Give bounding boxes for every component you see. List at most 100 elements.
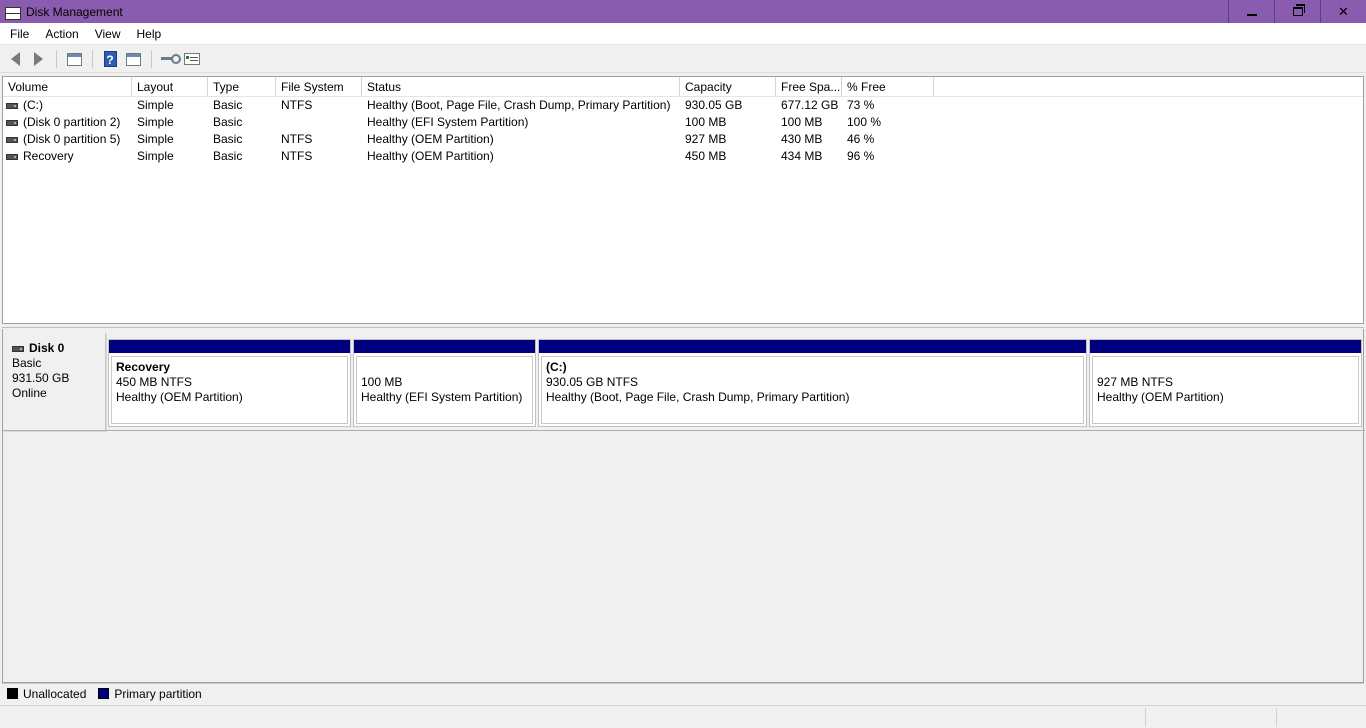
primary-partition-swatch xyxy=(98,688,110,699)
title-bar: Disk Management ✕ xyxy=(0,0,1366,23)
disk-management-app-icon xyxy=(4,5,21,20)
free-space-cell: 677.12 GB xyxy=(781,98,839,112)
primary-partition-bar xyxy=(539,340,1086,353)
partition-name xyxy=(361,360,532,375)
partition-size: 450 MB NTFS xyxy=(116,375,193,389)
back-arrow-icon xyxy=(10,52,20,66)
table-row[interactable]: (Disk 0 partition 5) Simple Basic NTFS H… xyxy=(3,131,1363,148)
free-space-cell: 430 MB xyxy=(781,132,823,146)
partition-status: Healthy (OEM Partition) xyxy=(1097,390,1224,404)
partition-size: 927 MB NTFS xyxy=(1097,375,1174,389)
type-cell: Basic xyxy=(213,98,243,112)
unallocated-swatch xyxy=(7,688,18,699)
properties-icon xyxy=(125,52,141,66)
minimize-button[interactable] xyxy=(1228,0,1274,23)
disk-type: Basic xyxy=(12,356,42,370)
column-header-type[interactable]: Type xyxy=(208,77,276,96)
status-cell: Healthy (OEM Partition) xyxy=(367,149,494,163)
window-controls: ✕ xyxy=(1228,0,1366,23)
disk-graphical-view[interactable]: Disk 0 Basic 931.50 GB Online Recovery 4… xyxy=(2,329,1365,683)
status-pane xyxy=(1276,708,1277,727)
partition-size: 100 MB xyxy=(361,375,403,389)
volume-list[interactable]: Volume Layout Type File System Status Ca… xyxy=(2,76,1364,324)
percent-free-cell: 100 % xyxy=(847,115,882,129)
partition-details: Recovery 450 MB NTFS Healthy (OEM Partit… xyxy=(111,356,348,424)
forward-button[interactable] xyxy=(27,49,49,69)
partition-details: 100 MB Healthy (EFI System Partition) xyxy=(356,356,533,424)
partition-status: Healthy (OEM Partition) xyxy=(116,390,243,404)
volume-name: (Disk 0 partition 2) xyxy=(23,115,121,129)
free-space-cell: 434 MB xyxy=(781,149,823,163)
partition-details: 927 MB NTFS Healthy (OEM Partition) xyxy=(1092,356,1359,424)
layout-cell: Simple xyxy=(137,132,174,146)
column-header-layout[interactable]: Layout xyxy=(132,77,208,96)
layout-cell: Simple xyxy=(137,115,174,129)
list-view-button[interactable] xyxy=(181,49,203,69)
capacity-cell: 930.05 GB xyxy=(685,98,743,112)
disk-icon xyxy=(12,345,24,352)
table-row[interactable]: (C:) Simple Basic NTFS Healthy (Boot, Pa… xyxy=(3,97,1363,114)
menu-file[interactable]: File xyxy=(0,23,37,45)
properties-button[interactable] xyxy=(122,49,144,69)
table-row[interactable]: (Disk 0 partition 2) Simple Basic Health… xyxy=(3,114,1363,131)
table-row[interactable]: Recovery Simple Basic NTFS Healthy (OEM … xyxy=(3,148,1363,165)
capacity-cell: 927 MB xyxy=(685,132,727,146)
menu-action[interactable]: Action xyxy=(37,23,86,45)
volume-name: (C:) xyxy=(23,98,43,112)
volume-cell: (Disk 0 partition 2) xyxy=(3,114,132,131)
legend-unallocated: Unallocated xyxy=(23,686,87,701)
column-header-status[interactable]: Status xyxy=(362,77,680,96)
legend-primary-partition: Primary partition xyxy=(114,686,202,701)
show-hide-console-tree-button[interactable] xyxy=(63,49,85,69)
partition-name: Recovery xyxy=(116,360,171,374)
partition-c-drive[interactable]: (C:) 930.05 GB NTFS Healthy (Boot, Page … xyxy=(538,339,1087,427)
drive-icon xyxy=(6,102,18,109)
list-view-icon xyxy=(184,53,200,65)
disk-row: Disk 0 Basic 931.50 GB Online Recovery 4… xyxy=(3,333,1365,431)
column-header-capacity[interactable]: Capacity xyxy=(680,77,776,96)
status-bar xyxy=(0,705,1366,728)
window-title: Disk Management xyxy=(26,4,123,19)
connect-button[interactable] xyxy=(158,49,181,69)
connect-icon xyxy=(161,54,181,64)
status-cell: Healthy (Boot, Page File, Crash Dump, Pr… xyxy=(367,98,671,112)
volume-cell: (C:) xyxy=(3,97,132,114)
column-header-free-space[interactable]: Free Spa... xyxy=(776,77,842,96)
file-system-cell: NTFS xyxy=(281,98,313,112)
close-icon: ✕ xyxy=(1338,3,1349,19)
percent-free-cell: 73 % xyxy=(847,98,875,112)
drive-icon xyxy=(6,119,18,126)
volume-name: (Disk 0 partition 5) xyxy=(23,132,121,146)
partition-recovery[interactable]: Recovery 450 MB NTFS Healthy (OEM Partit… xyxy=(108,339,351,427)
drive-icon xyxy=(6,153,18,160)
forward-arrow-icon xyxy=(33,52,43,66)
disk-name: Disk 0 xyxy=(29,341,65,355)
console-tree-icon xyxy=(66,52,82,66)
disk-label[interactable]: Disk 0 Basic 931.50 GB Online xyxy=(3,333,106,431)
status-cell: Healthy (OEM Partition) xyxy=(367,132,494,146)
type-cell: Basic xyxy=(213,132,243,146)
column-header-file-system[interactable]: File System xyxy=(276,77,362,96)
column-header-volume[interactable]: Volume xyxy=(3,77,132,96)
partition-name xyxy=(1097,360,1358,375)
volume-cell: Recovery xyxy=(3,148,132,165)
toolbar: ? xyxy=(0,46,1366,73)
drive-icon xyxy=(6,136,18,143)
pane-splitter[interactable] xyxy=(2,324,1364,328)
column-header-percent-free[interactable]: % Free xyxy=(842,77,934,96)
file-system-cell xyxy=(276,114,362,131)
minimize-icon xyxy=(1246,13,1257,16)
back-button[interactable] xyxy=(4,49,26,69)
layout-cell: Simple xyxy=(137,98,174,112)
partition-oem[interactable]: 927 MB NTFS Healthy (OEM Partition) xyxy=(1089,339,1362,427)
partition-name: (C:) xyxy=(546,360,567,374)
help-icon: ? xyxy=(103,51,117,67)
menu-view[interactable]: View xyxy=(87,23,129,45)
type-cell: Basic xyxy=(213,149,243,163)
menu-help[interactable]: Help xyxy=(129,23,170,45)
partition-efi[interactable]: 100 MB Healthy (EFI System Partition) xyxy=(353,339,536,427)
help-button[interactable]: ? xyxy=(99,49,121,69)
disk-state: Online xyxy=(12,386,47,400)
close-button[interactable]: ✕ xyxy=(1320,0,1366,23)
restore-button[interactable] xyxy=(1274,0,1320,23)
